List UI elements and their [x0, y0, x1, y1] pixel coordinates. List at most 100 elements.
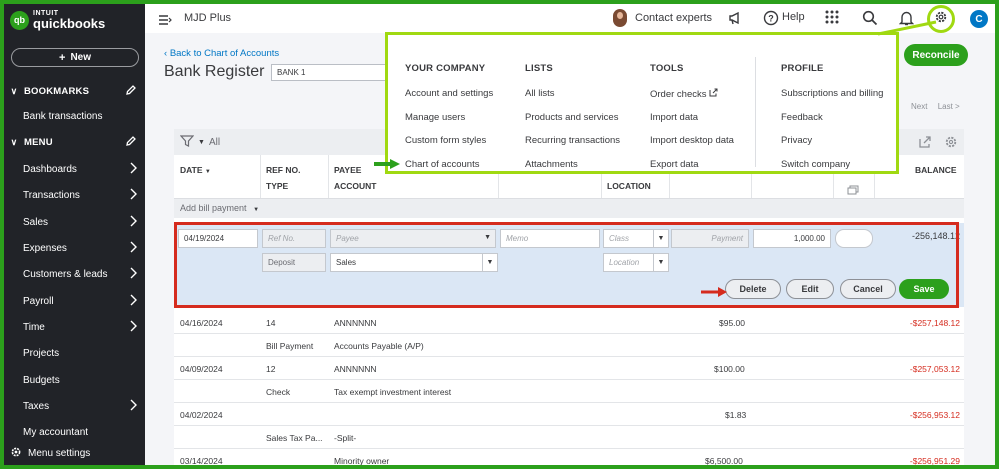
menu-item-account-and-settings[interactable]: Account and settings — [405, 88, 493, 99]
menu-item-subscriptions-and-billing[interactable]: Subscriptions and billing — [781, 88, 883, 99]
location-select[interactable]: Location ▼ — [603, 253, 669, 272]
reconcile-button[interactable]: Reconcile — [904, 44, 968, 66]
sidebar-item-label: Budgets — [23, 374, 60, 386]
menu-item-products-and-services[interactable]: Products and services — [525, 112, 618, 123]
sidebar-item-payroll[interactable]: Payroll — [4, 289, 145, 313]
sidebar-item-expenses[interactable]: Expenses — [4, 236, 145, 260]
add-bill-payment-dropdown[interactable]: Add bill payment ▼ — [174, 199, 964, 218]
pager-next-link[interactable]: Next — [911, 102, 927, 111]
type-field: Deposit — [262, 253, 326, 272]
help-label[interactable]: Help — [782, 11, 805, 23]
back-to-chart-of-accounts-link[interactable]: ‹ Back to Chart of Accounts — [164, 48, 279, 59]
menu-item-import-desktop-data[interactable]: Import desktop data — [650, 135, 734, 146]
edit-menu-pencil-icon[interactable] — [125, 135, 137, 150]
sidebar-item-time[interactable]: Time — [4, 315, 145, 339]
menu-item-chart-of-accounts[interactable]: Chart of accounts — [405, 159, 479, 170]
account-select[interactable]: BANK 1 — [271, 64, 389, 81]
sidebar-item-transactions[interactable]: Transactions — [4, 183, 145, 207]
sidebar-item-sales[interactable]: Sales — [4, 210, 145, 234]
hamburger-menu-icon[interactable] — [158, 13, 172, 31]
sidebar-item-label: Time — [23, 321, 45, 333]
chevron-right-icon — [129, 215, 137, 230]
account-select[interactable]: Sales ▼ — [330, 253, 498, 272]
delete-button[interactable]: Delete — [725, 279, 781, 299]
sidebar-item-budgets[interactable]: Budgets — [4, 368, 145, 392]
sidebar-item-label: Bank transactions — [23, 110, 103, 122]
ref-no-input[interactable]: Ref No. — [262, 229, 326, 248]
menu-item-switch-company[interactable]: Switch company — [781, 159, 850, 170]
menu-item-feedback[interactable]: Feedback — [781, 112, 823, 123]
menu-item-export-data[interactable]: Export data — [650, 159, 699, 170]
menu-item-custom-form-styles[interactable]: Custom form styles — [405, 135, 486, 146]
menu-item-import-data[interactable]: Import data — [650, 112, 698, 123]
quickbooks-logo[interactable]: qb INTUIT quickbooks — [10, 10, 105, 30]
table-settings-gear-icon[interactable] — [944, 135, 958, 154]
menu-item-manage-users[interactable]: Manage users — [405, 112, 465, 123]
sidebar-item-bank-transactions[interactable]: Bank transactions — [4, 104, 145, 128]
table-row[interactable]: Bill Payment Accounts Payable (A/P) — [174, 334, 964, 357]
sidebar-item-my-accountant[interactable]: My accountant — [4, 420, 145, 444]
menu-item-recurring-transactions[interactable]: Recurring transactions — [525, 135, 620, 146]
caret-down-icon: ▼ — [653, 254, 668, 271]
class-select[interactable]: Class ▼ — [603, 229, 669, 248]
column-header-ref-no[interactable]: REF NO. — [266, 165, 300, 175]
menu-item-attachments[interactable]: Attachments — [525, 159, 578, 170]
sidebar-item-label: Dashboards — [23, 163, 77, 175]
column-header-type[interactable]: TYPE — [266, 181, 288, 191]
export-icon[interactable] — [918, 135, 932, 154]
save-button[interactable]: Save — [899, 279, 949, 299]
table-row[interactable]: Sales Tax Pa... -Split- — [174, 426, 964, 449]
bookmarks-label: BOOKMARKS — [24, 85, 90, 97]
payee-select[interactable]: Payee ▼ — [330, 229, 496, 248]
menu-section-toggle[interactable]: ∨ MENU — [4, 131, 145, 153]
date-input[interactable]: 04/19/2024 — [178, 229, 258, 248]
table-row[interactable]: 04/02/2024 $1.83 -$256,953.12 — [174, 403, 964, 426]
menu-item-order-checks[interactable]: Order checks — [650, 88, 718, 100]
menu-settings-link[interactable]: Menu settings — [10, 446, 90, 461]
sidebar-item-taxes[interactable]: Taxes — [4, 394, 145, 418]
table-row[interactable]: 04/09/2024 12 ANNNNNN $100.00 -$257,053.… — [174, 357, 964, 380]
new-button-label: New — [70, 52, 91, 63]
contact-experts-button[interactable]: Contact experts — [613, 9, 712, 27]
edit-bookmarks-pencil-icon[interactable] — [125, 84, 137, 99]
sidebar-item-label: My accountant — [23, 426, 89, 438]
sidebar-item-customers-leads[interactable]: Customers & leads — [4, 262, 145, 286]
user-profile-avatar[interactable]: C — [970, 10, 988, 28]
table-row[interactable]: 03/14/2024 Minority owner $6,500.00 -$25… — [174, 449, 964, 469]
filter-dropdown[interactable]: ▼ All — [179, 135, 220, 150]
megaphone-icon[interactable] — [727, 10, 743, 31]
column-header-date[interactable]: DATE ▼ — [180, 165, 211, 175]
payment-input[interactable]: Payment — [671, 229, 749, 248]
table-row[interactable]: Check Tax exempt investment interest — [174, 380, 964, 403]
new-button[interactable]: + New — [11, 48, 139, 67]
svg-text:?: ? — [768, 14, 774, 24]
column-header-balance[interactable]: BALANCE — [915, 165, 957, 175]
menu-item-all-lists[interactable]: All lists — [525, 88, 555, 99]
column-header-location[interactable]: LOCATION — [607, 181, 651, 191]
table-row[interactable]: 04/16/2024 14 ANNNNNN $95.00 -$257,148.1… — [174, 311, 964, 334]
help-icon[interactable]: ? — [763, 10, 779, 31]
deposit-input[interactable]: 1,000.00 — [753, 229, 831, 248]
chevron-down-icon: ∨ — [10, 136, 18, 147]
location-placeholder: Location — [609, 258, 640, 267]
lists-heading: LISTS — [525, 63, 553, 74]
memo-input[interactable]: Memo — [500, 229, 600, 248]
sidebar-item-dashboards[interactable]: Dashboards — [4, 157, 145, 181]
payee-placeholder: Payee — [336, 234, 359, 243]
edit-button[interactable]: Edit — [786, 279, 834, 299]
menu-divider — [755, 57, 756, 167]
apps-grid-icon[interactable] — [825, 10, 839, 29]
sidebar-item-projects[interactable]: Projects — [4, 341, 145, 365]
bookmarks-section-toggle[interactable]: ∨ BOOKMARKS — [4, 80, 145, 102]
caret-down-icon: ▼ — [482, 254, 497, 271]
menu-item-privacy[interactable]: Privacy — [781, 135, 812, 146]
settings-dropdown-menu: YOUR COMPANY Account and settings Manage… — [385, 32, 899, 174]
pager-last-link[interactable]: Last > — [938, 102, 960, 111]
reconcile-status-field[interactable] — [835, 229, 873, 248]
column-header-payee[interactable]: PAYEE — [334, 165, 361, 175]
cancel-button[interactable]: Cancel — [840, 279, 896, 299]
column-header-account[interactable]: ACCOUNT — [334, 181, 377, 191]
caret-down-icon: ▼ — [653, 230, 668, 247]
chevron-right-icon — [129, 294, 137, 309]
sidebar-item-label: Payroll — [23, 295, 54, 307]
